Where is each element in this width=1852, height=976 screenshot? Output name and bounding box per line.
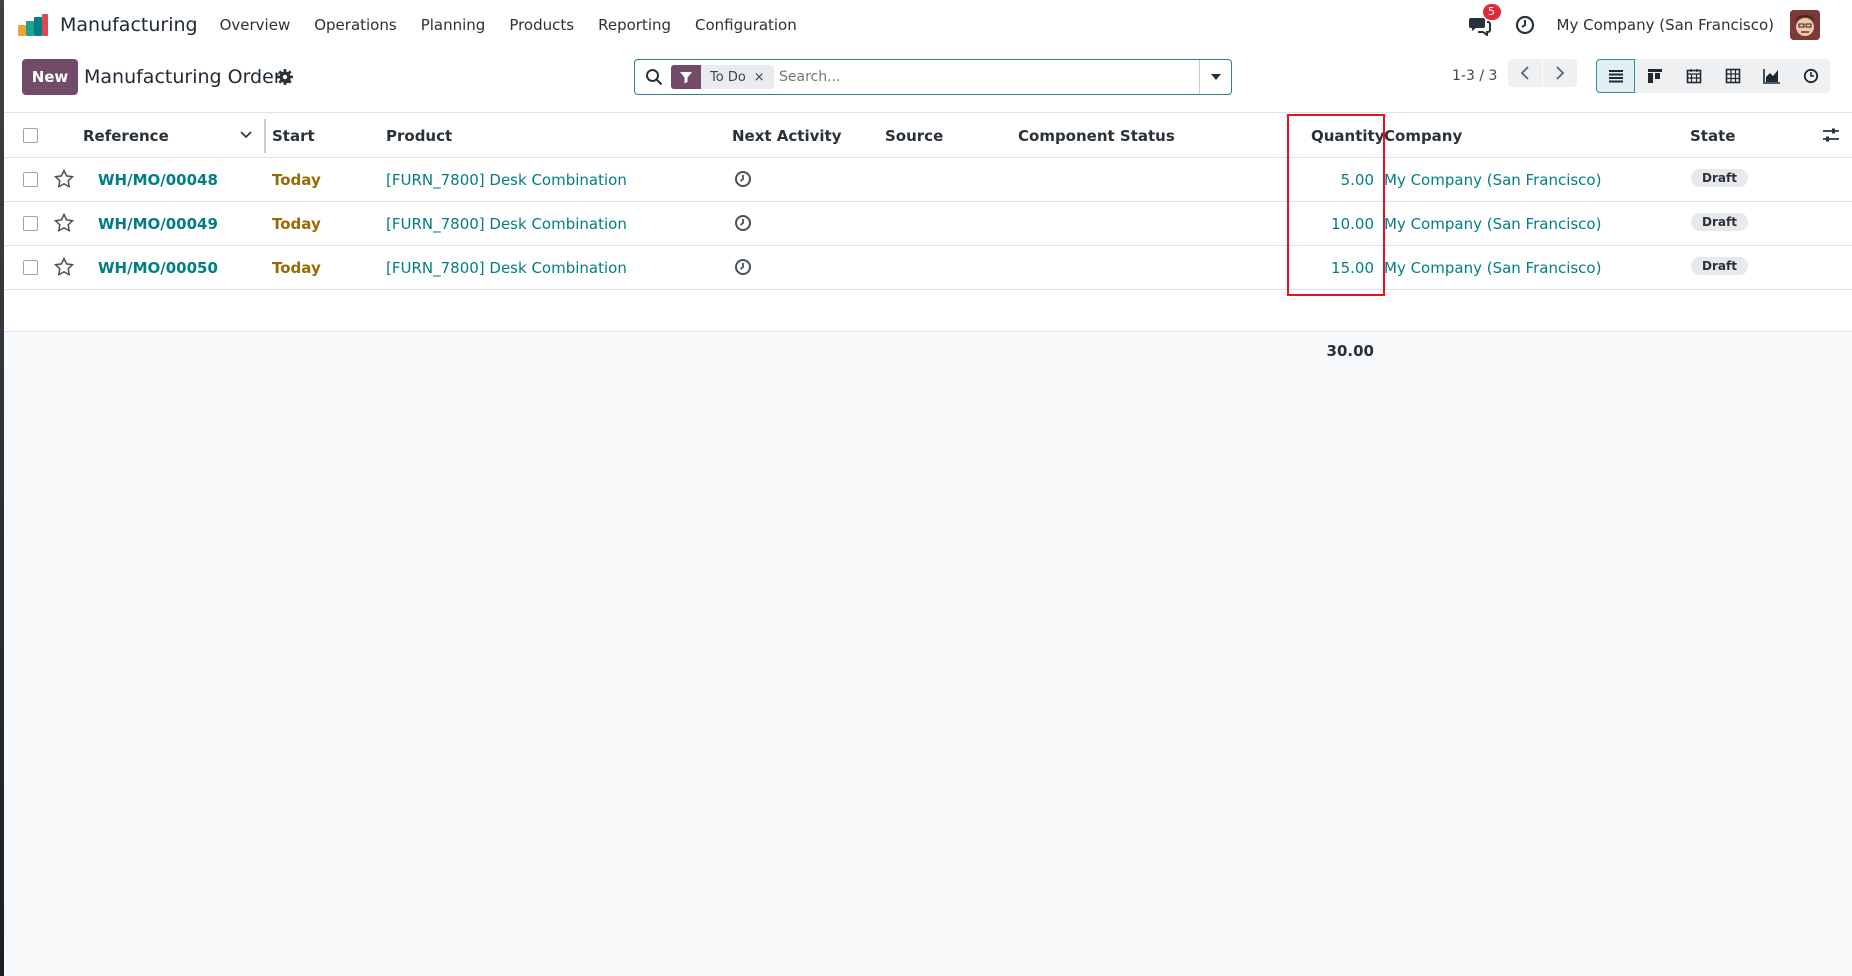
column-next-activity[interactable]: Next Activity	[732, 127, 841, 145]
activity-view-button[interactable]	[1791, 59, 1830, 93]
activity-clock-icon[interactable]	[734, 170, 752, 188]
table-icon	[1725, 68, 1740, 84]
row-checkbox[interactable]	[23, 260, 38, 275]
calendar-icon	[1686, 69, 1701, 84]
top-navbar: Manufacturing Overview Operations Planni…	[4, 0, 1852, 50]
clock-icon	[1803, 68, 1818, 84]
menu-planning[interactable]: Planning	[421, 16, 486, 34]
activity-clock-icon[interactable]	[734, 214, 752, 232]
column-component-status[interactable]: Component Status	[1018, 127, 1175, 145]
status-badge: Draft	[1691, 169, 1748, 187]
facet-remove-icon[interactable]: ×	[754, 70, 774, 85]
column-company[interactable]: Company	[1384, 127, 1462, 145]
status-badge: Draft	[1691, 257, 1748, 275]
navbar-systray: 5 My Company (San Francisco)	[1468, 4, 1852, 40]
search-facet: To Do ×	[671, 65, 774, 89]
empty-row	[4, 290, 1852, 332]
kanban-view-button[interactable]	[1635, 59, 1674, 93]
gear-icon[interactable]	[276, 68, 294, 86]
avatar-face-icon	[1790, 10, 1820, 40]
pager-value[interactable]: 1-3 / 3	[1452, 68, 1497, 84]
company-link[interactable]: My Company (San Francisco)	[1384, 171, 1601, 189]
list-view: Reference Start Product Next Activity So…	[4, 112, 1852, 976]
search-input[interactable]	[779, 67, 1183, 87]
chevron-right-icon	[1556, 66, 1565, 80]
calendar-view-button[interactable]	[1674, 59, 1713, 93]
quantity-total: 30.00	[1326, 342, 1374, 360]
table-row[interactable]: WH/MO/00050 Today [FURN_7800] Desk Combi…	[4, 246, 1852, 290]
reference-link[interactable]: WH/MO/00049	[98, 215, 218, 233]
column-state[interactable]: State	[1690, 127, 1735, 145]
menu-operations[interactable]: Operations	[314, 16, 396, 34]
control-panel: New Manufacturing Orders To Do × 1-3 / 3	[4, 50, 1852, 112]
company-link[interactable]: My Company (San Francisco)	[1384, 215, 1601, 233]
column-start[interactable]: Start	[272, 127, 315, 145]
column-reference[interactable]: Reference	[83, 127, 169, 145]
area-chart-icon	[1762, 69, 1780, 84]
star-icon[interactable]	[54, 257, 74, 277]
activity-clock-icon[interactable]	[734, 258, 752, 276]
manufacturing-logo-icon	[18, 14, 48, 36]
company-switcher[interactable]: My Company (San Francisco)	[1557, 16, 1774, 34]
start-date: Today	[272, 171, 321, 189]
search-icon[interactable]	[645, 68, 663, 86]
row-checkbox[interactable]	[23, 172, 38, 187]
optional-columns-icon[interactable]	[1822, 127, 1840, 143]
kanban-icon	[1647, 69, 1662, 83]
table-header: Reference Start Product Next Activity So…	[4, 112, 1852, 158]
quantity-column-highlight	[1287, 114, 1385, 296]
status-badge: Draft	[1691, 213, 1748, 231]
column-source[interactable]: Source	[885, 127, 943, 145]
column-resize-handle[interactable]	[264, 119, 266, 153]
pager-previous-button[interactable]	[1508, 59, 1542, 87]
search-options-toggle[interactable]	[1199, 60, 1231, 94]
column-product[interactable]: Product	[386, 127, 452, 145]
star-icon[interactable]	[54, 169, 74, 189]
reference-link[interactable]: WH/MO/00050	[98, 259, 218, 277]
select-all-checkbox[interactable]	[23, 128, 38, 143]
menu-reporting[interactable]: Reporting	[598, 16, 671, 34]
facet-label: To Do	[710, 69, 746, 85]
app-brand[interactable]: Manufacturing	[18, 14, 198, 36]
row-checkbox[interactable]	[23, 216, 38, 231]
search-bar: To Do ×	[634, 59, 1232, 95]
menu-products[interactable]: Products	[509, 16, 574, 34]
product-link[interactable]: [FURN_7800] Desk Combination	[386, 171, 627, 189]
table-row[interactable]: WH/MO/00049 Today [FURN_7800] Desk Combi…	[4, 202, 1852, 246]
user-avatar[interactable]	[1790, 10, 1820, 40]
star-icon[interactable]	[54, 213, 74, 233]
menu-configuration[interactable]: Configuration	[695, 16, 797, 34]
list-view-button[interactable]	[1596, 59, 1635, 93]
pivot-view-button[interactable]	[1713, 59, 1752, 93]
menu-overview[interactable]: Overview	[220, 16, 291, 34]
page-title: Manufacturing Orders	[84, 66, 292, 88]
view-switcher	[1596, 59, 1830, 93]
messages-count-badge: 5	[1482, 4, 1501, 20]
main-menu: Overview Operations Planning Products Re…	[220, 16, 821, 34]
graph-view-button[interactable]	[1752, 59, 1791, 93]
chevron-down-icon[interactable]	[240, 131, 252, 139]
list-icon	[1608, 70, 1623, 83]
company-link[interactable]: My Company (San Francisco)	[1384, 259, 1601, 277]
chevron-left-icon	[1520, 66, 1529, 80]
new-button[interactable]: New	[22, 59, 78, 95]
app-name[interactable]: Manufacturing	[60, 14, 198, 36]
pager-next-button[interactable]	[1543, 59, 1577, 87]
start-date: Today	[272, 259, 321, 277]
filter-icon	[671, 65, 701, 89]
reference-link[interactable]: WH/MO/00048	[98, 171, 218, 189]
product-link[interactable]: [FURN_7800] Desk Combination	[386, 215, 627, 233]
caret-down-icon	[1210, 74, 1221, 80]
start-date: Today	[272, 215, 321, 233]
product-link[interactable]: [FURN_7800] Desk Combination	[386, 259, 627, 277]
activity-clock-icon[interactable]	[1515, 15, 1535, 35]
messaging-button[interactable]: 5	[1468, 4, 1501, 38]
table-row[interactable]: WH/MO/00048 Today [FURN_7800] Desk Combi…	[4, 158, 1852, 202]
